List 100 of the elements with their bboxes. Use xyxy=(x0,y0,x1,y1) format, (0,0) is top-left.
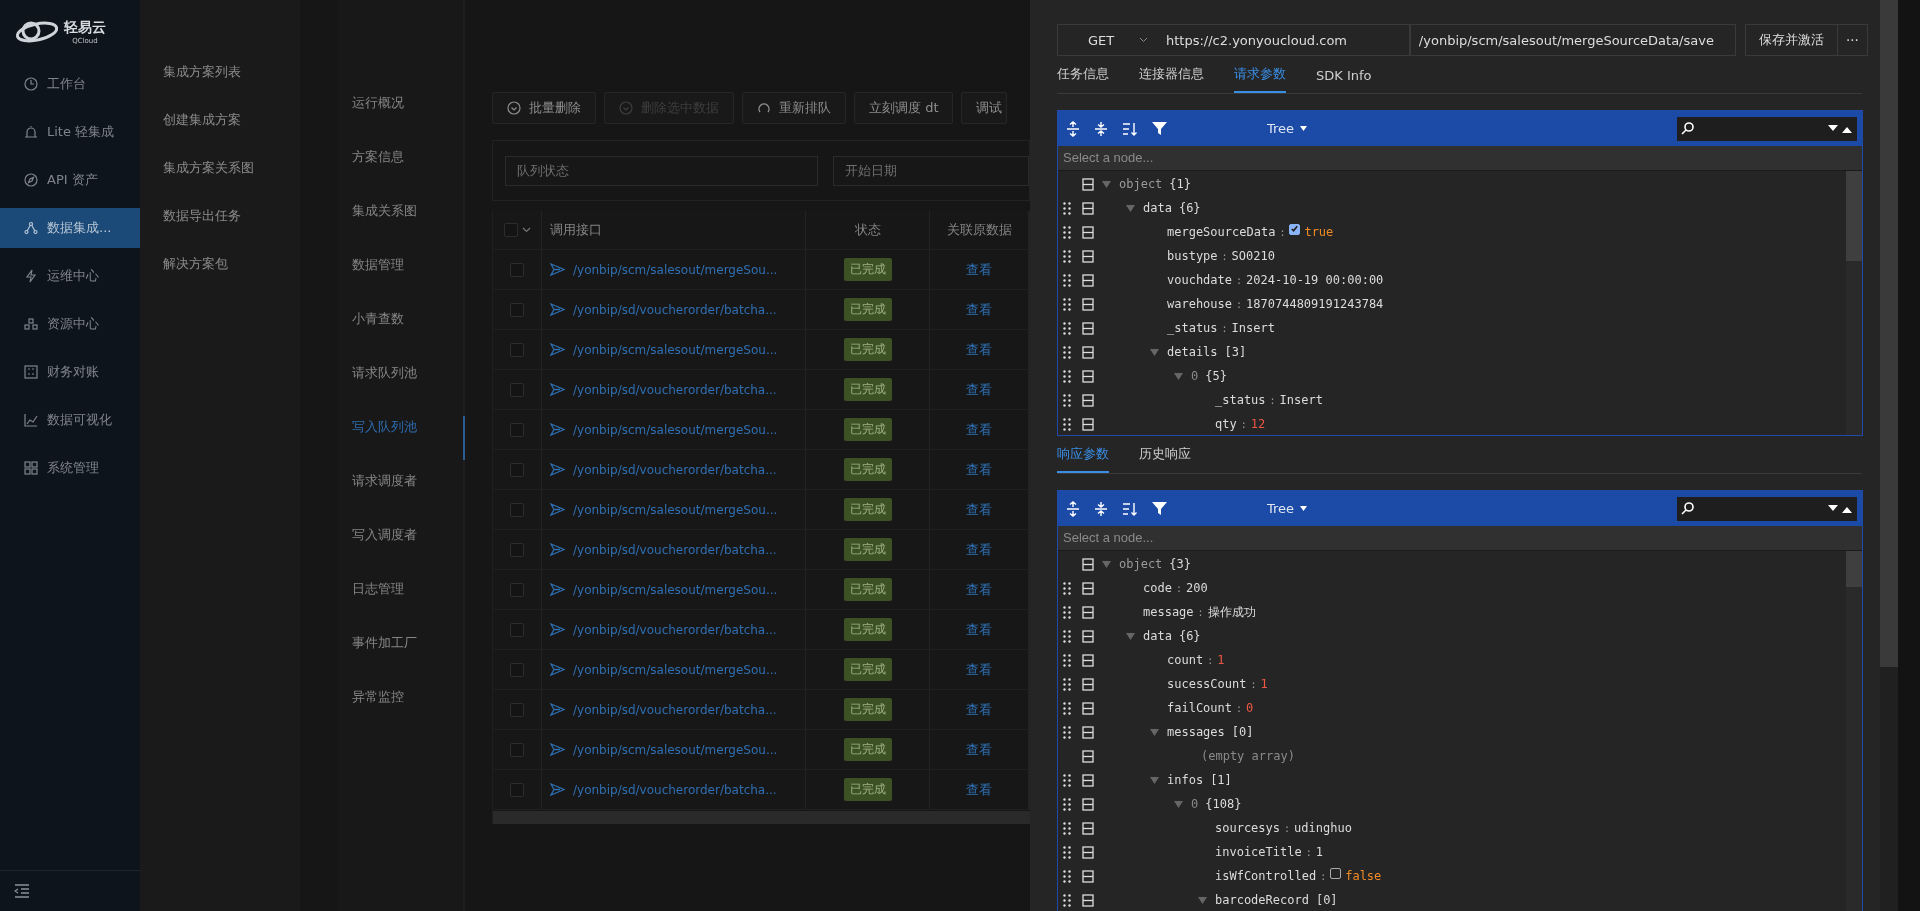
node-value[interactable]: true xyxy=(1304,225,1334,239)
drag-handle-icon[interactable] xyxy=(1063,653,1071,667)
node-value[interactable]: 1 xyxy=(1217,653,1225,667)
view-link[interactable]: 查看 xyxy=(966,380,992,399)
context-menu-icon[interactable] xyxy=(1082,297,1094,311)
tab[interactable]: 请求参数 xyxy=(1234,65,1286,93)
node-key[interactable]: details xyxy=(1167,345,1218,359)
side-tab[interactable]: 写入队列池 xyxy=(338,416,465,460)
row-checkbox[interactable] xyxy=(510,342,524,357)
drag-handle-icon[interactable] xyxy=(1063,605,1071,619)
view-link[interactable]: 查看 xyxy=(966,540,992,559)
view-link[interactable]: 查看 xyxy=(966,340,992,359)
context-menu-icon[interactable] xyxy=(1082,273,1094,287)
drag-handle-icon[interactable] xyxy=(1063,249,1071,263)
context-menu-icon[interactable] xyxy=(1082,249,1094,263)
nav-item[interactable]: 数据可视化 xyxy=(0,400,140,440)
expand-all-icon[interactable] xyxy=(1066,120,1080,137)
nav-item[interactable]: 系统管理 xyxy=(0,448,140,488)
side-tab[interactable]: 方案信息 xyxy=(338,146,465,200)
expand-triangle-icon[interactable] xyxy=(1174,800,1183,808)
row-checkbox[interactable] xyxy=(510,702,524,717)
tab[interactable]: 连接器信息 xyxy=(1139,65,1204,93)
node-key[interactable]: _status xyxy=(1215,393,1266,407)
toolbar-button[interactable]: 立刻调度 dt xyxy=(854,92,954,124)
row-checkbox[interactable] xyxy=(510,262,524,277)
boolean-checkbox[interactable] xyxy=(1330,867,1342,879)
mode-dropdown[interactable]: Tree xyxy=(1267,121,1308,136)
nav-item[interactable]: 财务对账 xyxy=(0,352,140,392)
filter-icon[interactable] xyxy=(1152,501,1167,516)
node-value[interactable]: 1870744809191243784 xyxy=(1246,297,1384,311)
view-link[interactable]: 查看 xyxy=(966,700,992,719)
sort-icon[interactable] xyxy=(1122,120,1138,137)
node-value[interactable]: 200 xyxy=(1185,581,1208,595)
view-link[interactable]: 查看 xyxy=(966,740,992,759)
expand-triangle-icon[interactable] xyxy=(1150,348,1159,356)
context-menu-icon[interactable] xyxy=(1082,393,1094,407)
nav-item[interactable]: 运维中心 xyxy=(0,256,140,296)
expand-all-icon[interactable] xyxy=(1066,500,1080,517)
expand-triangle-icon[interactable] xyxy=(1150,776,1159,784)
collapse-menu-icon[interactable] xyxy=(14,884,30,898)
view-link[interactable]: 查看 xyxy=(966,500,992,519)
drag-handle-icon[interactable] xyxy=(1063,869,1071,883)
drag-handle-icon[interactable] xyxy=(1063,417,1071,431)
node-key[interactable]: _status xyxy=(1167,321,1218,335)
filter-field[interactable]: 队列状态 xyxy=(505,155,819,186)
node-key[interactable]: invoiceTitle xyxy=(1215,845,1302,859)
drag-handle-icon[interactable] xyxy=(1063,725,1071,739)
node-key[interactable]: qty xyxy=(1215,417,1237,431)
drag-handle-icon[interactable] xyxy=(1063,581,1071,595)
side-tab[interactable]: 请求队列池 xyxy=(338,362,465,416)
node-key[interactable]: messages xyxy=(1167,725,1225,739)
side-tab[interactable]: 日志管理 xyxy=(338,578,465,632)
expand-triangle-icon[interactable] xyxy=(1198,896,1207,904)
tab[interactable]: 任务信息 xyxy=(1057,65,1109,93)
row-checkbox[interactable] xyxy=(510,742,524,757)
drag-handle-icon[interactable] xyxy=(1063,821,1071,835)
node-key[interactable]: mergeSourceData xyxy=(1167,225,1276,239)
endpoint-link[interactable]: /yonbip/sd/voucherorder/batcha... xyxy=(573,462,777,477)
context-menu-icon[interactable] xyxy=(1082,321,1094,335)
drag-handle-icon[interactable] xyxy=(1063,225,1071,239)
node-key[interactable]: barcodeRecord xyxy=(1215,893,1309,907)
node-key[interactable]: data xyxy=(1143,201,1172,215)
endpoint-link[interactable]: /yonbip/sd/voucherorder/batcha... xyxy=(573,302,777,317)
view-link[interactable]: 查看 xyxy=(966,420,992,439)
tab[interactable]: SDK Info xyxy=(1316,68,1372,93)
toolbar-button[interactable]: 批量删除 xyxy=(492,92,596,124)
side-tab[interactable]: 异常监控 xyxy=(338,686,465,740)
tree-scrollbar[interactable] xyxy=(1846,551,1862,911)
submenu-item[interactable]: 解决方案包 xyxy=(140,248,300,296)
view-link[interactable]: 查看 xyxy=(966,260,992,279)
node-key[interactable]: sucessCount xyxy=(1167,677,1247,691)
node-value[interactable]: 1 xyxy=(1315,845,1323,859)
node-value[interactable]: Insert xyxy=(1231,321,1275,335)
context-menu-icon[interactable] xyxy=(1082,369,1094,383)
endpoint-link[interactable]: /yonbip/sd/voucherorder/batcha... xyxy=(573,622,777,637)
expand-triangle-icon[interactable] xyxy=(1174,372,1183,380)
context-menu-icon[interactable] xyxy=(1082,701,1094,715)
node-key[interactable]: infos xyxy=(1167,773,1204,787)
boolean-checkbox[interactable] xyxy=(1289,223,1301,235)
context-menu-icon[interactable] xyxy=(1082,581,1094,595)
sort-icon[interactable] xyxy=(1122,500,1138,517)
endpoint-link[interactable]: /yonbip/scm/salesout/mergeSou... xyxy=(573,422,778,437)
view-link[interactable]: 查看 xyxy=(966,660,992,679)
drag-handle-icon[interactable] xyxy=(1063,201,1071,215)
row-checkbox[interactable] xyxy=(510,542,524,557)
endpoint-link[interactable]: /yonbip/sd/voucherorder/batcha... xyxy=(573,702,777,717)
context-menu-icon[interactable] xyxy=(1082,749,1094,763)
node-value[interactable]: 2024-10-19 00:00:00 xyxy=(1246,273,1384,287)
view-link[interactable]: 查看 xyxy=(966,620,992,639)
node-key[interactable]: 0 xyxy=(1191,797,1199,811)
node-key[interactable]: bustype xyxy=(1167,249,1218,263)
drag-handle-icon[interactable] xyxy=(1063,677,1071,691)
chevron-down-icon[interactable] xyxy=(521,227,531,233)
endpoint-link[interactable]: /yonbip/scm/salesout/mergeSou... xyxy=(573,662,778,677)
node-value[interactable]: udinghuo xyxy=(1294,821,1352,835)
context-menu-icon[interactable] xyxy=(1082,417,1094,431)
row-checkbox[interactable] xyxy=(510,502,524,517)
drag-handle-icon[interactable] xyxy=(1063,845,1071,859)
drag-handle-icon[interactable] xyxy=(1063,297,1071,311)
context-menu-icon[interactable] xyxy=(1082,797,1094,811)
